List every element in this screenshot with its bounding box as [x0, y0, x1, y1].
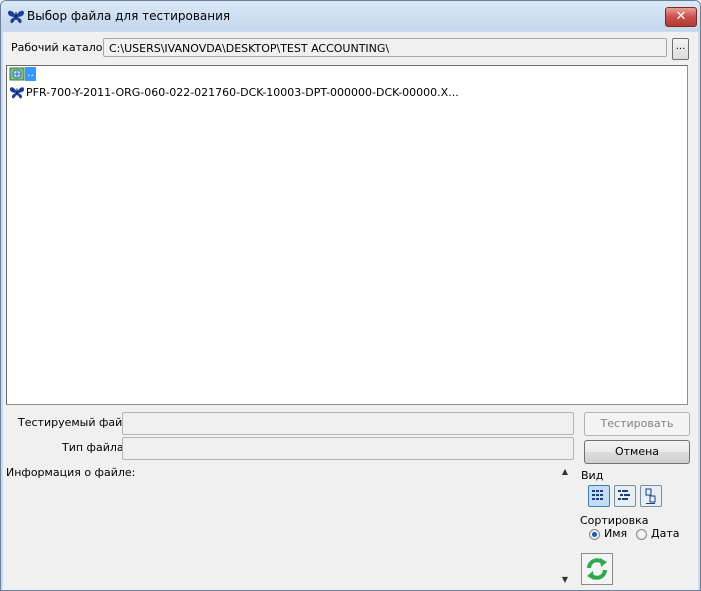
- browse-label: ...: [675, 41, 686, 52]
- close-icon: ✕: [675, 9, 687, 24]
- title-bar[interactable]: Выбор файла для тестирования ✕: [1, 1, 700, 31]
- cancel-button[interactable]: Отмена: [584, 440, 690, 464]
- file-info-label: Информация о файле:: [6, 466, 136, 479]
- workdir-path: C:\USERS\IVANOVDA\DESKTOP\TEST ACCOUNTIN…: [109, 42, 390, 55]
- icons-view-button[interactable]: [640, 485, 662, 507]
- dialog-body: Рабочий каталог C:\USERS\IVANOVDA\DESKTO…: [3, 32, 698, 590]
- workdir-path-field: C:\USERS\IVANOVDA\DESKTOP\TEST ACCOUNTIN…: [103, 38, 667, 57]
- butterfly-icon: [8, 10, 24, 24]
- icons-view-icon: [645, 488, 656, 504]
- sort-by-date-radio[interactable]: [636, 529, 647, 540]
- scroll-down-icon[interactable]: ▼: [560, 575, 570, 584]
- refresh-button[interactable]: [581, 553, 613, 585]
- details-view-icon: [592, 490, 603, 500]
- butterfly-icon: [9, 87, 25, 99]
- list-view-button[interactable]: [614, 485, 636, 507]
- file-list[interactable]: .. PFR-700-Y-2011-ORG-060-022-021760-DCK…: [6, 65, 688, 405]
- sort-label: Сортировка: [580, 514, 649, 527]
- view-group: [581, 476, 688, 511]
- tested-file-field[interactable]: [122, 412, 574, 435]
- file-select-dialog: Выбор файла для тестирования ✕ Рабочий к…: [0, 0, 701, 591]
- window-title: Выбор файла для тестирования: [27, 9, 231, 23]
- sort-by-name-radio[interactable]: [589, 529, 600, 540]
- file-name: ..: [25, 66, 36, 81]
- parent-folder-icon: [9, 67, 25, 81]
- workdir-label: Рабочий каталог: [11, 41, 109, 54]
- list-view-icon: [618, 490, 630, 500]
- file-type-field[interactable]: [122, 437, 574, 460]
- details-view-button[interactable]: [588, 485, 610, 507]
- file-type-label: Тип файла:: [62, 441, 128, 454]
- close-button[interactable]: ✕: [665, 7, 697, 27]
- list-item[interactable]: PFR-700-Y-2011-ORG-060-022-021760-DCK-10…: [9, 84, 459, 101]
- list-item[interactable]: ..: [9, 66, 36, 83]
- tested-file-label: Тестируемый файл:: [18, 416, 134, 429]
- refresh-icon: [587, 558, 607, 580]
- browse-button[interactable]: ...: [672, 38, 689, 60]
- file-name: PFR-700-Y-2011-ORG-060-022-021760-DCK-10…: [26, 86, 459, 99]
- scroll-up-icon[interactable]: ▲: [560, 467, 570, 476]
- sort-by-date-label[interactable]: Дата: [651, 527, 679, 540]
- sort-by-name-label[interactable]: Имя: [604, 527, 627, 540]
- test-button[interactable]: Тестировать: [584, 412, 690, 436]
